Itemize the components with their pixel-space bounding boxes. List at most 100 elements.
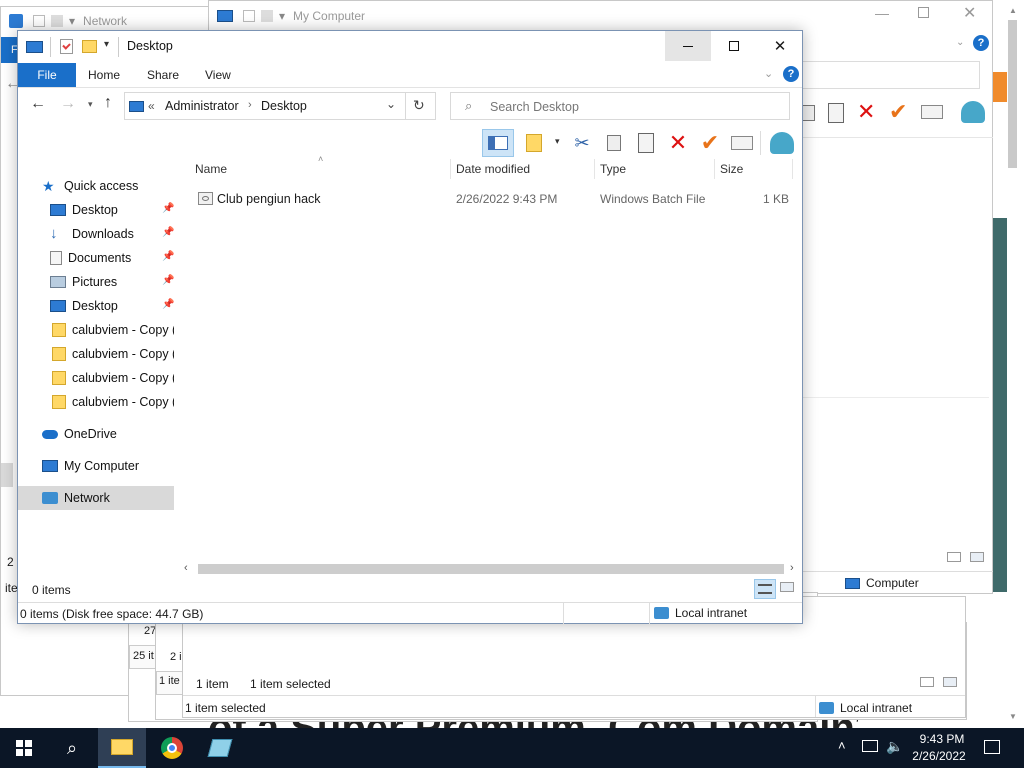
sidebar-item-downloads[interactable]: ↓ Downloads 📌 bbox=[18, 222, 174, 246]
help-icon[interactable]: ? bbox=[783, 66, 799, 82]
sidebar-item-label: calubviem - Copy (6 bbox=[72, 395, 174, 409]
scroll-right-icon[interactable]: › bbox=[790, 562, 794, 574]
sidebar-item-copy-2[interactable]: calubviem - Copy (2 bbox=[18, 318, 174, 342]
close-button[interactable]: ✕ bbox=[757, 31, 803, 61]
sidebar-item-my-computer[interactable]: My Computer bbox=[18, 454, 174, 478]
maximize-button[interactable] bbox=[711, 31, 757, 61]
clock-date[interactable]: 2/26/2022 bbox=[906, 749, 972, 763]
check-icon[interactable]: ✔ bbox=[698, 130, 722, 155]
sidebar-item-desktop-2[interactable]: Desktop 📌 bbox=[18, 294, 174, 318]
start-button[interactable] bbox=[0, 728, 48, 768]
sidebar-item-copy-3[interactable]: calubviem - Copy (3 bbox=[18, 342, 174, 366]
scroll-down-icon[interactable]: ▼ bbox=[1009, 712, 1017, 721]
paste-icon[interactable] bbox=[634, 131, 658, 155]
rename-icon[interactable] bbox=[921, 105, 943, 119]
column-separator[interactable] bbox=[714, 159, 715, 179]
tab-file[interactable]: File bbox=[18, 63, 76, 87]
large-icons-view-icon[interactable] bbox=[780, 582, 794, 592]
sidebar-item-onedrive[interactable]: OneDrive bbox=[18, 422, 174, 446]
clock-time[interactable]: 9:43 PM bbox=[912, 732, 972, 746]
download-arrow-icon: ↓ bbox=[50, 225, 58, 242]
horizontal-scrollbar[interactable]: ‹ › bbox=[182, 561, 802, 577]
large-icons-view-icon[interactable] bbox=[970, 552, 984, 562]
intranet-icon bbox=[819, 702, 834, 714]
computer-icon bbox=[217, 10, 233, 22]
sidebar-item-desktop[interactable]: Desktop 📌 bbox=[18, 198, 174, 222]
address-bar[interactable]: « Administrator › Desktop ⌄ ↻ bbox=[124, 92, 436, 120]
address-dropdown-icon[interactable]: ⌄ bbox=[386, 97, 396, 111]
scroll-left-icon[interactable]: ‹ bbox=[184, 562, 188, 574]
minimize-button[interactable] bbox=[665, 31, 711, 61]
network-tray-icon[interactable] bbox=[862, 740, 878, 752]
minimize-button[interactable]: — bbox=[875, 5, 889, 21]
cut-icon[interactable]: ✂ bbox=[570, 131, 594, 155]
file-explorer-taskbar-button[interactable] bbox=[98, 728, 146, 768]
copy-icon[interactable] bbox=[801, 105, 815, 121]
sidebar-item-network[interactable]: Network bbox=[18, 486, 174, 510]
app-taskbar-button[interactable] bbox=[196, 728, 244, 768]
copy-icon[interactable] bbox=[602, 131, 626, 155]
refresh-icon[interactable]: ↻ bbox=[413, 97, 425, 114]
search-button[interactable]: ⌕ bbox=[48, 728, 96, 768]
new-folder-icon[interactable] bbox=[82, 40, 97, 53]
forward-arrow-icon[interactable]: → bbox=[60, 95, 76, 113]
quick-access-dropdown-icon[interactable]: ▾ bbox=[104, 39, 109, 50]
page-scrollbar-thumb[interactable] bbox=[1008, 20, 1017, 168]
search-placeholder[interactable]: Search Desktop bbox=[490, 100, 579, 114]
column-separator[interactable] bbox=[594, 159, 595, 179]
details-view-icon[interactable] bbox=[920, 677, 934, 687]
preview-pane-icon bbox=[488, 136, 508, 150]
column-header-type[interactable]: Type bbox=[600, 157, 626, 181]
properties-icon[interactable] bbox=[60, 39, 73, 54]
delete-icon[interactable]: ✕ bbox=[857, 99, 875, 125]
up-arrow-icon[interactable]: ↑ bbox=[104, 94, 112, 112]
sidebar-item-copy-4[interactable]: calubviem - Copy (4 bbox=[18, 366, 174, 390]
ribbon-collapse-icon[interactable]: ⌄ bbox=[764, 67, 773, 80]
rename-icon[interactable] bbox=[730, 131, 754, 155]
column-header-name[interactable]: Name bbox=[195, 157, 227, 181]
shell-icon[interactable] bbox=[961, 101, 985, 123]
layout-dropdown-icon[interactable]: ▾ bbox=[555, 136, 560, 147]
help-icon[interactable]: ? bbox=[973, 35, 989, 51]
column-separator[interactable] bbox=[450, 159, 451, 179]
back-arrow-icon[interactable]: ← bbox=[30, 95, 46, 113]
details-view-icon[interactable] bbox=[947, 552, 961, 562]
volume-icon[interactable]: 🔈 bbox=[886, 738, 903, 755]
sidebar-item-copy-6[interactable]: calubviem - Copy (6 bbox=[18, 390, 174, 414]
delete-icon[interactable]: ✕ bbox=[666, 130, 690, 155]
shell-icon[interactable] bbox=[770, 131, 794, 155]
search-box-fragment[interactable] bbox=[799, 61, 980, 89]
sidebar-item-pictures[interactable]: Pictures 📌 bbox=[18, 270, 174, 294]
scroll-up-icon[interactable]: ▲ bbox=[1009, 6, 1017, 15]
sidebar-item-quick-access[interactable]: ★ Quick access bbox=[18, 174, 174, 198]
breadcrumb-chevron-icon[interactable]: › bbox=[248, 99, 252, 111]
paste-icon[interactable] bbox=[828, 103, 844, 123]
tab-share[interactable]: Share bbox=[137, 63, 189, 87]
breadcrumb-administrator[interactable]: Administrator bbox=[165, 99, 239, 113]
tab-home[interactable]: Home bbox=[78, 63, 130, 87]
search-box[interactable]: ⌕ Search Desktop bbox=[450, 92, 790, 120]
check-icon[interactable]: ✔ bbox=[889, 99, 907, 125]
column-header-size[interactable]: Size bbox=[720, 157, 743, 181]
scrollbar-thumb[interactable] bbox=[198, 564, 784, 574]
close-button[interactable]: ✕ bbox=[963, 3, 976, 23]
address-overflow-icon[interactable]: « bbox=[148, 99, 155, 113]
breadcrumb-desktop[interactable]: Desktop bbox=[261, 99, 307, 113]
sidebar-item-label: My Computer bbox=[64, 459, 140, 473]
notification-icon[interactable] bbox=[984, 740, 1000, 754]
sidebar-item-documents[interactable]: Documents 📌 bbox=[18, 246, 174, 270]
table-row[interactable]: Club pengiun hack 2/26/2022 9:43 PM Wind… bbox=[190, 187, 790, 211]
tab-view[interactable]: View bbox=[195, 63, 241, 87]
file-name[interactable]: Club pengiun hack bbox=[217, 192, 321, 206]
details-view-button[interactable] bbox=[754, 579, 776, 599]
preview-pane-button[interactable] bbox=[482, 129, 514, 157]
ribbon-collapse-icon[interactable]: ⌄ bbox=[956, 37, 964, 48]
recent-locations-icon[interactable]: ▾ bbox=[88, 99, 93, 110]
column-separator[interactable] bbox=[792, 159, 793, 179]
maximize-button[interactable] bbox=[918, 7, 929, 18]
column-header-date[interactable]: Date modified bbox=[456, 157, 530, 181]
large-icons-view-icon[interactable] bbox=[943, 677, 957, 687]
layout-menu-button[interactable] bbox=[522, 131, 546, 155]
chrome-taskbar-button[interactable] bbox=[148, 728, 196, 768]
tray-chevron-up-icon[interactable]: ˄ bbox=[838, 738, 846, 753]
